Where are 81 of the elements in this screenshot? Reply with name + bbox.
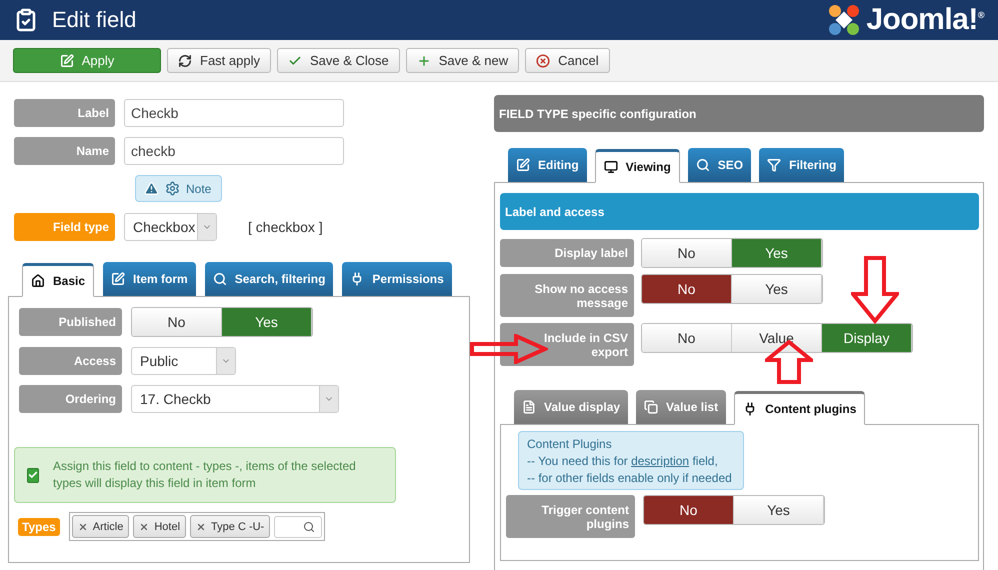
access-select[interactable]: Public (131, 347, 236, 375)
toggle-option[interactable]: No (642, 324, 732, 352)
tab[interactable]: Editing (508, 148, 587, 182)
toggle-option[interactable]: No (642, 239, 732, 267)
search-icon (303, 520, 316, 532)
monitor-icon (604, 160, 618, 174)
toggle-option[interactable]: Yes (222, 308, 312, 336)
info-text: -- You need this for description field, (527, 453, 719, 470)
toolbar-button[interactable]: Save & new (406, 48, 520, 73)
text-field[interactable]: Checkb (124, 99, 344, 127)
section-header: Label and access (500, 193, 979, 230)
toggle-option[interactable]: No (644, 496, 734, 524)
toggle-option[interactable]: Display (822, 324, 912, 352)
toggle-option[interactable]: Value (732, 324, 822, 352)
field-label: Label (14, 99, 115, 127)
remove-icon[interactable] (139, 522, 150, 532)
toolbar-button[interactable]: Save & Close (276, 48, 400, 73)
toolbar-button[interactable]: Apply (13, 48, 161, 73)
filter-icon (767, 158, 782, 172)
type-tag[interactable]: Hotel (133, 515, 186, 538)
gear-icon (165, 181, 180, 196)
tags-field[interactable]: Article Hotel Type C -U- (68, 512, 326, 541)
field-label: Name (14, 137, 115, 165)
description-link[interactable]: description (631, 454, 690, 468)
tab[interactable]: Search, filtering (204, 262, 334, 296)
copy-icon (644, 400, 658, 414)
field-label: Field type (14, 213, 115, 241)
type-tag[interactable]: Article (72, 515, 130, 538)
type-select[interactable]: Checkbox (124, 213, 217, 241)
section-header: FIELD TYPE specific configuration (494, 95, 984, 132)
toggle-option[interactable]: Yes (732, 275, 822, 303)
toggle-option[interactable]: No (132, 308, 222, 336)
note-button[interactable]: Note (135, 175, 222, 202)
check-icon (288, 54, 302, 68)
home-icon (31, 274, 45, 288)
tab[interactable]: Item form (103, 262, 196, 296)
field-label: Include in CSV export (500, 323, 634, 366)
types-label: Types (18, 518, 60, 536)
document-icon (522, 400, 536, 414)
tab[interactable]: Viewing (594, 149, 680, 183)
info-text: -- for other fields enable only if needed (527, 470, 733, 487)
checkbox[interactable] (27, 468, 39, 482)
tab[interactable]: Value display (514, 390, 628, 424)
ordering-select[interactable]: 17. Checkb (131, 385, 339, 413)
remove-icon[interactable] (196, 522, 206, 532)
text-field[interactable]: checkb (124, 137, 344, 165)
tab[interactable]: Filtering (759, 148, 844, 182)
refresh-icon (178, 54, 192, 68)
field-label: Published (19, 308, 122, 336)
tab[interactable]: Content plugins (734, 391, 866, 425)
tab[interactable]: Value list (636, 390, 726, 424)
info-title: Content Plugins (527, 436, 613, 453)
type-tag[interactable]: Type C -U- (190, 515, 270, 538)
field-label: Display label (500, 239, 634, 267)
toggle-option[interactable]: No (642, 275, 732, 303)
edit-icon (60, 54, 74, 68)
edit-icon (111, 272, 126, 286)
toggle-option[interactable]: Yes (732, 239, 822, 267)
tab[interactable]: Basic (22, 263, 94, 297)
tab[interactable]: Permissions (342, 262, 452, 296)
notice-text: Assign this field to content - types -, items of the selected types will display this field in item form (53, 458, 357, 492)
remove-icon[interactable] (78, 522, 88, 532)
annotation-arrow (851, 256, 899, 324)
toggle-option[interactable]: Yes (734, 496, 824, 524)
field-label: Show no access message (500, 274, 634, 317)
page-title: Edit field (52, 7, 138, 33)
search-icon (212, 272, 227, 286)
toolbar-button[interactable]: Cancel (525, 48, 610, 73)
tab[interactable]: SEO (688, 148, 752, 182)
toolbar-button[interactable]: Fast apply (167, 48, 271, 73)
plus-icon (416, 54, 431, 68)
field-label: Trigger content plugins (506, 495, 635, 538)
warning-icon (144, 181, 159, 196)
logo-wordmark: Joomla!$^{®}$ (866, 3, 984, 37)
edit-icon (516, 158, 530, 172)
field-label: Ordering (19, 385, 122, 413)
cancel-icon (536, 54, 550, 68)
field-label: Access (19, 347, 122, 375)
clipboard-icon (14, 8, 38, 32)
search-icon (696, 158, 710, 172)
type-code: [ checkbox ] (248, 219, 323, 235)
